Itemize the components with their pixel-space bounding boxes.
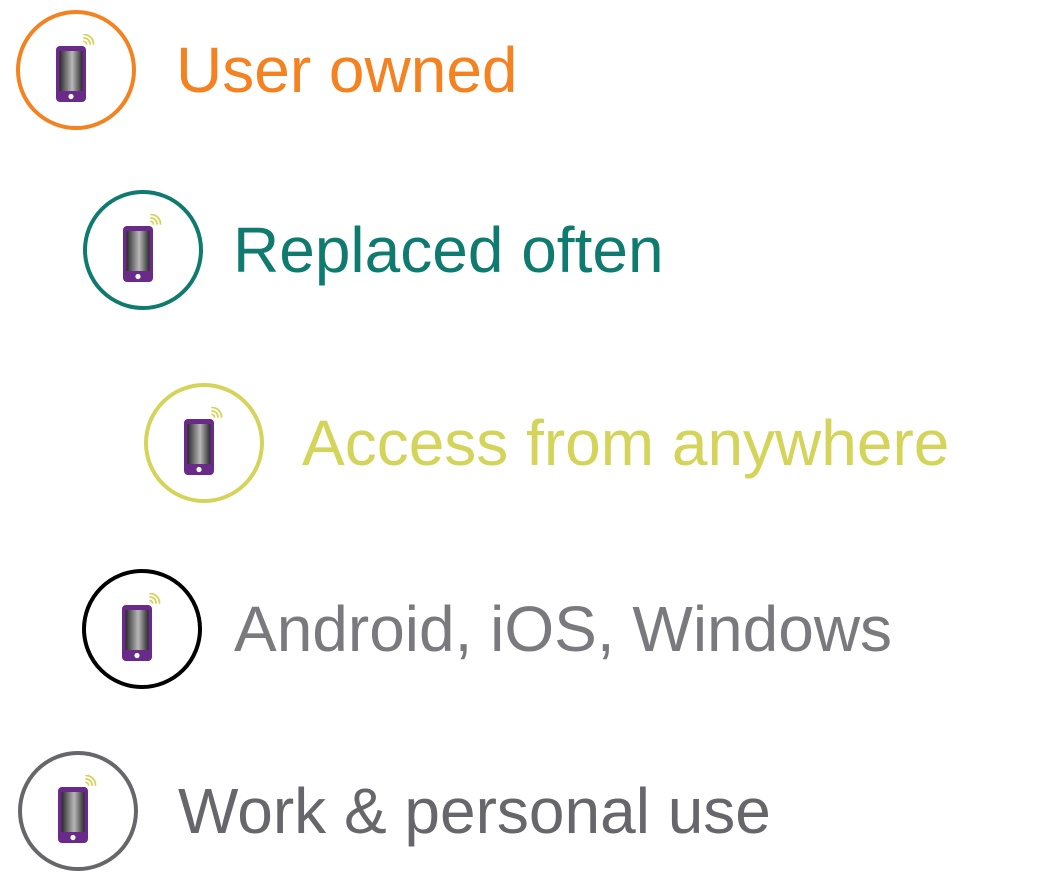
bullet-label: Work & personal use: [178, 775, 771, 847]
smartphone-icon: [52, 775, 104, 847]
smartphone-icon: [116, 593, 168, 665]
smartphone-icon: [117, 214, 169, 286]
bullet-item-user-owned: User owned: [16, 8, 518, 132]
bullet-label: Access from anywhere: [302, 407, 950, 479]
bullet-item-access-from-anywhere: Access from anywhere: [144, 381, 949, 505]
bullet-label: User owned: [176, 34, 518, 106]
icon-ring: [83, 190, 203, 310]
bullet-item-replaced-often: Replaced often: [83, 188, 664, 312]
bullet-label: Android, iOS, Windows: [234, 593, 893, 665]
icon-ring: [144, 383, 264, 503]
icon-ring: [18, 751, 138, 871]
icon-ring: [16, 10, 136, 130]
bullet-item-platforms: Android, iOS, Windows: [82, 567, 892, 691]
bullet-item-work-personal-use: Work & personal use: [18, 749, 771, 873]
bullet-label: Replaced often: [233, 214, 664, 286]
smartphone-icon: [50, 34, 102, 106]
icon-ring: [82, 569, 202, 689]
smartphone-icon: [178, 407, 230, 479]
